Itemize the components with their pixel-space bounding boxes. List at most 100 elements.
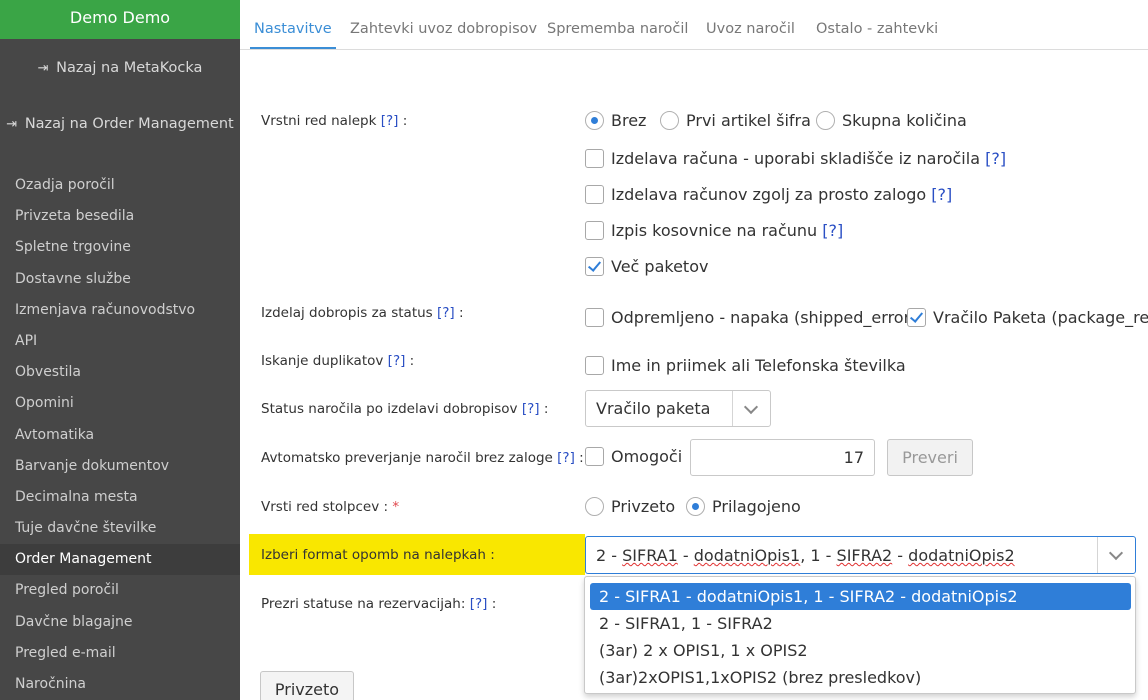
tab-nastavitve[interactable]: Nastavitve <box>250 0 336 49</box>
sidebar-item[interactable]: Tuje davčne številke <box>0 513 240 544</box>
auto-check-number-input[interactable]: 17 <box>690 439 875 476</box>
order-status-select[interactable]: Vračilo paketa <box>585 390 771 427</box>
help-link[interactable]: [?] <box>557 450 575 466</box>
sidebar-item[interactable]: Pregled poročil <box>0 575 240 606</box>
back-link-label: Nazaj na MetaKocka <box>56 60 203 76</box>
option-label: Ime in priimek ali Telefonska številka <box>611 356 906 375</box>
checkbox[interactable] <box>585 221 604 240</box>
duplicates-label: Iskanje duplikatov [?] : <box>261 353 415 369</box>
privzeto-button[interactable]: Privzeto <box>260 671 354 700</box>
tab-bar: Nastavitve Zahtevki uvoz dobropisov Spre… <box>240 0 1148 50</box>
radio-button[interactable] <box>660 111 679 130</box>
option-label: Prilagojeno <box>712 497 801 516</box>
checkbox-uporabi-skladisce[interactable]: Izdelava računa - uporabi skladišče iz n… <box>585 149 1006 168</box>
checkbox-izpis-kosovnice[interactable]: Izpis kosovnice na računu [?] <box>585 221 843 240</box>
back-to-metakocka-link[interactable]: ⇥ Nazaj na MetaKocka <box>0 60 240 76</box>
option-label: Izdelava računov zgolj za prosto zalogo <box>611 185 927 204</box>
sidebar-item[interactable]: API <box>0 326 240 357</box>
radio-button[interactable] <box>585 497 604 516</box>
tab-ostalo-zahtevki[interactable]: Ostalo - zahtevki <box>816 0 938 49</box>
radio-button[interactable] <box>816 111 835 130</box>
radio-prilagojeno[interactable]: Prilagojeno <box>686 497 801 516</box>
value-part: dodatniOpis2 <box>908 546 1015 565</box>
select-value: Vračilo paketa <box>596 399 711 418</box>
brand-title[interactable]: Demo Demo <box>0 0 240 39</box>
value-part: SIFRA2 <box>836 546 893 565</box>
help-link[interactable]: [?] <box>470 596 488 612</box>
radio-brez[interactable]: Brez <box>585 111 646 130</box>
radio-button[interactable] <box>585 111 604 130</box>
help-link[interactable]: [?] <box>822 221 843 240</box>
value-part: dodatniOpis1 <box>693 546 801 565</box>
checkbox-vec-paketov[interactable]: Več paketov <box>585 257 708 276</box>
dropdown-option[interactable]: (3ar)2xOPIS1,1xOPIS2 (brez presledkov) <box>590 664 1131 691</box>
label-order-label: Vrstni red nalepk [?] : <box>261 113 408 129</box>
sidebar-menu: Ozadja poročil Privzeta besedila Spletne… <box>0 170 240 700</box>
preveri-button[interactable]: Preveri <box>887 439 973 476</box>
help-link[interactable]: [?] <box>522 401 540 417</box>
sidebar-item[interactable]: Naročnina <box>0 669 240 700</box>
sidebar-item[interactable]: Ozadja poročil <box>0 170 240 201</box>
checkbox[interactable] <box>585 447 604 466</box>
order-status-label: Status naročila po izdelavi dobropisov [… <box>261 401 549 417</box>
option-label: Brez <box>611 111 647 130</box>
option-label: Vračilo Paketa (package_retur <box>933 308 1148 327</box>
checkbox-omogoci[interactable]: Omogoči <box>585 447 682 466</box>
tab-zahtevki-uvoz-dobropisov[interactable]: Zahtevki uvoz dobropisov <box>350 0 537 49</box>
chevron-down-icon[interactable] <box>732 391 770 426</box>
sidebar-item[interactable]: Decimalna mesta <box>0 482 240 513</box>
sidebar: Demo Demo ⇥ Nazaj na MetaKocka ⇥ Nazaj n… <box>0 0 240 700</box>
sidebar-item-active[interactable]: Order Management <box>0 544 240 576</box>
checkbox[interactable] <box>585 356 604 375</box>
credit-note-status-label: Izdelaj dobropis za status [?] : <box>261 305 464 321</box>
sidebar-item[interactable]: Barvanje dokumentov <box>0 451 240 482</box>
sign-out-icon: ⇥ <box>37 61 49 76</box>
required-marker: * <box>392 499 400 515</box>
checkbox-checked[interactable] <box>907 308 926 327</box>
input-value: 17 <box>843 448 864 467</box>
sidebar-item[interactable]: Obvestila <box>0 357 240 388</box>
radio-prvi-artikel-sifra[interactable]: Prvi artikel šifra <box>660 111 811 130</box>
dropdown-option[interactable]: 2 - SIFRA1, 1 - SIFRA2 <box>590 610 1131 637</box>
sidebar-item[interactable]: Dostavne službe <box>0 264 240 295</box>
checkbox-package-return[interactable]: Vračilo Paketa (package_retur <box>907 308 1148 327</box>
checkbox-shipped-error[interactable]: Odpremljeno - napaka (shipped_error) <box>585 308 916 327</box>
sidebar-item[interactable]: Avtomatika <box>0 420 240 451</box>
value-part: 2 - <box>596 546 623 565</box>
value-part: - <box>892 546 909 565</box>
note-format-select[interactable]: 2 - SIFRA1 - dodatniOpis1, 1 - SIFRA2 - … <box>585 536 1136 574</box>
sidebar-item[interactable]: Pregled e-mail <box>0 638 240 669</box>
help-link[interactable]: [?] <box>931 185 952 204</box>
dropdown-option-selected[interactable]: 2 - SIFRA1 - dodatniOpis1, 1 - SIFRA2 - … <box>590 583 1131 610</box>
checkbox-prosta-zaloga[interactable]: Izdelava računov zgolj za prosto zalogo … <box>585 185 952 204</box>
back-to-order-management-link[interactable]: ⇥ Nazaj na Order Management <box>0 116 240 132</box>
option-label: Izpis kosovnice na računu <box>611 221 818 240</box>
help-link[interactable]: [?] <box>388 353 406 369</box>
checkbox-duplicates[interactable]: Ime in priimek ali Telefonska številka <box>585 356 906 375</box>
help-link[interactable]: [?] <box>985 149 1006 168</box>
sidebar-item[interactable]: Izmenjava računovodstvo <box>0 295 240 326</box>
radio-privzeto[interactable]: Privzeto <box>585 497 675 516</box>
sidebar-item[interactable]: Privzeta besedila <box>0 201 240 232</box>
radio-skupna-kolicina[interactable]: Skupna količina <box>816 111 967 130</box>
checkbox-checked[interactable] <box>585 257 604 276</box>
dropdown-option[interactable]: (3ar) 2 x OPIS1, 1 x OPIS2 <box>590 637 1131 664</box>
sidebar-item[interactable]: Davčne blagajne <box>0 607 240 638</box>
sidebar-item[interactable]: Spletne trgovine <box>0 232 240 263</box>
help-link[interactable]: [?] <box>437 305 455 321</box>
chevron-down-icon[interactable] <box>1097 537 1135 573</box>
help-link[interactable]: [?] <box>381 113 399 129</box>
column-order-label: Vrsti red stolpcev : * <box>261 499 399 515</box>
option-label: Več paketov <box>611 257 709 276</box>
label-text: Prezri statuse na rezervacijah: <box>261 596 466 612</box>
tab-uvoz-narocil[interactable]: Uvoz naročil <box>706 0 795 49</box>
tab-sprememba-narocil[interactable]: Sprememba naročil <box>547 0 688 49</box>
checkbox[interactable] <box>585 308 604 327</box>
option-label: Prvi artikel šifra <box>686 111 811 130</box>
checkbox[interactable] <box>585 185 604 204</box>
sidebar-item[interactable]: Opomini <box>0 388 240 419</box>
checkbox[interactable] <box>585 149 604 168</box>
select-value: 2 - SIFRA1 - dodatniOpis1, 1 - SIFRA2 - … <box>596 537 1015 574</box>
label-text: Avtomatsko preverjanje naročil brez zalo… <box>261 450 553 466</box>
radio-button[interactable] <box>686 497 705 516</box>
